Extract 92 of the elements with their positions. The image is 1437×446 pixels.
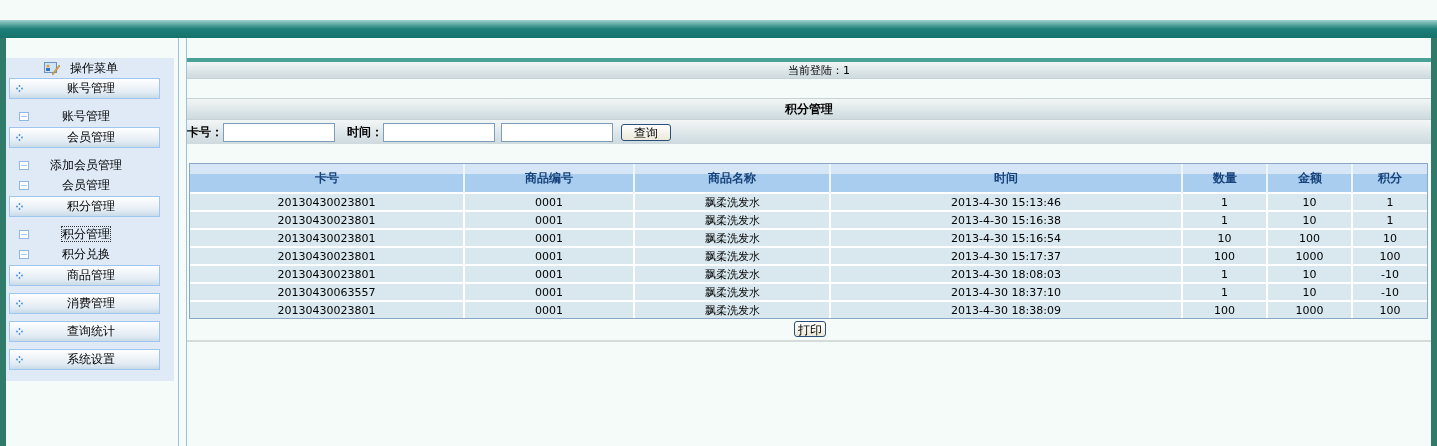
table-cell: 1	[1182, 211, 1267, 229]
table-cell: 20130430063557	[190, 283, 464, 301]
table-cell: 飘柔洗发水	[634, 283, 830, 301]
table-cell: 1	[1182, 193, 1267, 211]
table-cell: 0001	[464, 265, 634, 283]
table-cell: 20130430023801	[190, 193, 464, 211]
table-cell: -10	[1352, 265, 1427, 283]
menu-group-button[interactable]: 积分管理	[9, 196, 160, 217]
login-status: 当前登陆：1	[787, 62, 850, 78]
table-cell: 1	[1352, 193, 1427, 211]
menu-group-button[interactable]: 会员管理	[9, 127, 160, 148]
table-cell: 100	[1182, 301, 1267, 318]
table-cell: 1	[1182, 283, 1267, 301]
menu-item[interactable]: 账号管理	[60, 107, 111, 124]
table-cell: 飘柔洗发水	[634, 229, 830, 247]
column-header: 时间	[830, 164, 1182, 193]
column-header: 商品名称	[634, 164, 830, 193]
time-label: 时间：	[347, 123, 383, 141]
page-title: 积分管理	[785, 100, 833, 118]
table-cell: 20130430023801	[190, 301, 464, 318]
dots-icon	[16, 300, 23, 307]
dots-icon	[16, 328, 23, 335]
table-cell: 100	[1352, 247, 1427, 265]
menu-edit-icon	[44, 61, 60, 75]
table-cell: 2013-4-30 15:13:46	[830, 193, 1182, 211]
card-label: 卡号：	[187, 123, 223, 141]
table-cell: 100	[1352, 301, 1427, 318]
dots-icon	[16, 134, 23, 141]
column-header: 商品编号	[464, 164, 634, 193]
table-cell: 0001	[464, 193, 634, 211]
table-cell: 100	[1267, 229, 1352, 247]
table-cell: 2013-4-30 15:16:38	[830, 211, 1182, 229]
item-bullet-icon	[19, 160, 29, 170]
table-cell: 20130430023801	[190, 211, 464, 229]
item-bullet-icon	[19, 180, 29, 190]
table-cell: 10	[1267, 193, 1352, 211]
menu-item[interactable]: 添加会员管理	[48, 156, 123, 173]
dots-icon	[16, 272, 23, 279]
item-bullet-icon	[19, 249, 29, 259]
table-cell: 0001	[464, 247, 634, 265]
table-cell: 0001	[464, 301, 634, 318]
dots-icon	[16, 85, 23, 92]
table-cell: 10	[1182, 229, 1267, 247]
menu-title: 操作菜单	[70, 59, 118, 77]
table-cell: 1	[1182, 265, 1267, 283]
table-cell: 100	[1182, 247, 1267, 265]
menu-group-button[interactable]: 查询统计	[9, 321, 160, 342]
table-cell: 飘柔洗发水	[634, 211, 830, 229]
table-cell: 10	[1267, 283, 1352, 301]
table-cell: 飘柔洗发水	[634, 193, 830, 211]
table-cell: 飘柔洗发水	[634, 265, 830, 283]
menu-group-button[interactable]: 账号管理	[9, 78, 160, 99]
print-button[interactable]: 打印	[794, 321, 826, 337]
table-cell: 2013-4-30 15:16:54	[830, 229, 1182, 247]
item-bullet-icon	[19, 229, 29, 239]
table-cell: -10	[1352, 283, 1427, 301]
menu-group-button[interactable]: 消费管理	[9, 293, 160, 314]
menu-group-button[interactable]: 系统设置	[9, 349, 160, 370]
table-cell: 飘柔洗发水	[634, 301, 830, 318]
table-cell: 2013-4-30 18:08:03	[830, 265, 1182, 283]
end-time-field[interactable]	[501, 122, 613, 142]
table-cell: 20130430023801	[190, 247, 464, 265]
column-header: 金额	[1267, 164, 1352, 193]
search-button[interactable]: 查询	[621, 123, 671, 141]
column-header: 数量	[1182, 164, 1267, 193]
column-header: 卡号	[190, 164, 464, 193]
table-cell: 20130430023801	[190, 229, 464, 247]
card-number-field[interactable]	[223, 122, 335, 142]
table-cell: 0001	[464, 283, 634, 301]
start-time-field[interactable]	[383, 122, 495, 142]
table-cell: 10	[1352, 229, 1427, 247]
table-cell: 2013-4-30 18:37:10	[830, 283, 1182, 301]
dots-icon	[16, 356, 23, 363]
menu-item[interactable]: 会员管理	[60, 176, 111, 193]
table-cell: 1	[1352, 211, 1427, 229]
item-bullet-icon	[19, 111, 29, 121]
table-cell: 20130430023801	[190, 265, 464, 283]
table-cell: 1000	[1267, 301, 1352, 318]
table-cell: 0001	[464, 211, 634, 229]
table-cell: 2013-4-30 15:17:37	[830, 247, 1182, 265]
menu-item[interactable]: 积分兑换	[60, 245, 111, 262]
table-cell: 1000	[1267, 247, 1352, 265]
table-cell: 0001	[464, 229, 634, 247]
table-cell: 飘柔洗发水	[634, 247, 830, 265]
table-cell: 10	[1267, 211, 1352, 229]
dots-icon	[16, 203, 23, 210]
table-cell: 2013-4-30 18:38:09	[830, 301, 1182, 318]
menu-group-button[interactable]: 商品管理	[9, 265, 160, 286]
table-cell: 10	[1267, 265, 1352, 283]
menu-item[interactable]: 积分管理	[60, 225, 111, 242]
frame-splitter[interactable]	[178, 38, 187, 446]
column-header: 积分	[1352, 164, 1427, 193]
